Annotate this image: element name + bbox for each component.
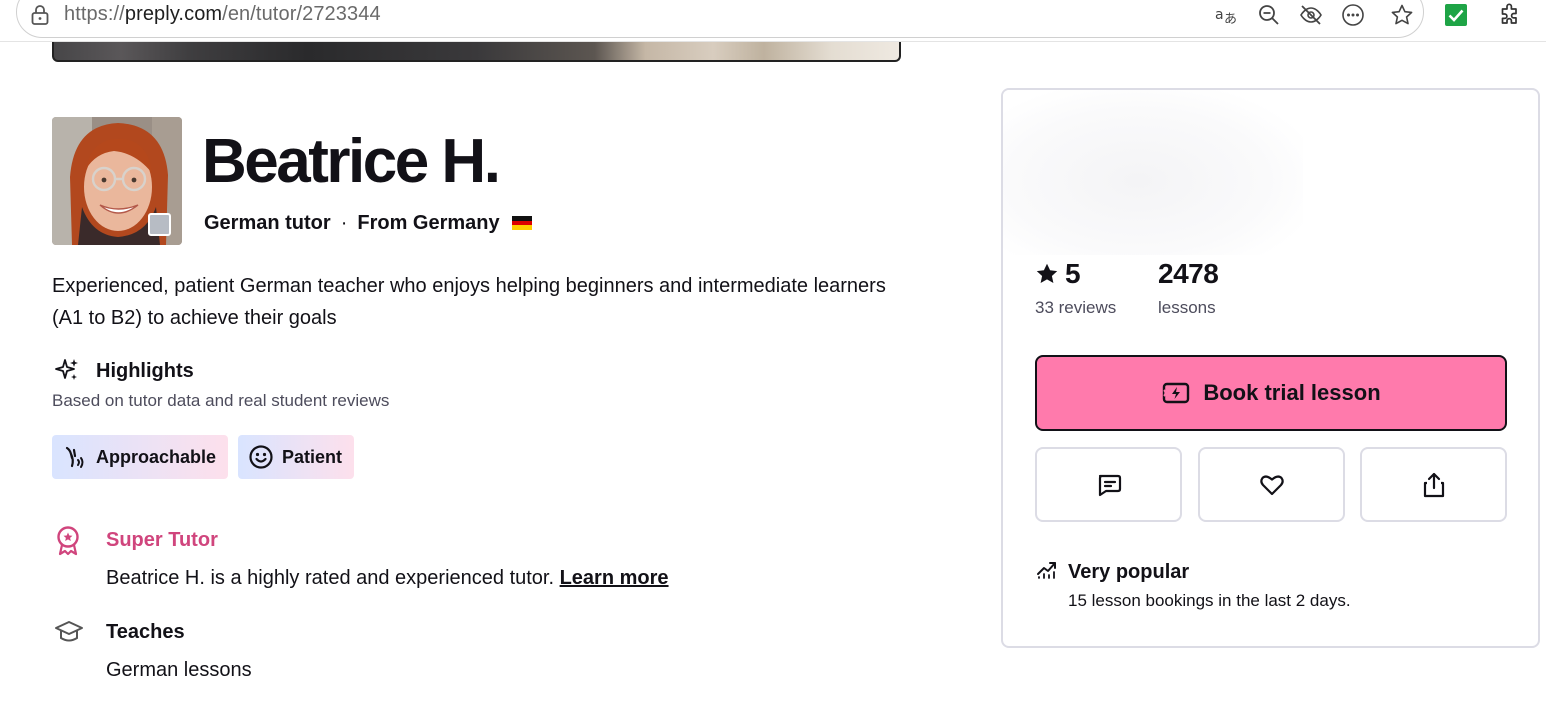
tutor-headline: Experienced, patient German teacher who … (52, 275, 886, 329)
lessons-label: lessons (1158, 298, 1216, 317)
teaches-subject: German lessons (106, 659, 252, 681)
lock-icon[interactable] (30, 4, 50, 26)
highlight-chip-patient[interactable]: Patient (238, 435, 354, 479)
message-icon (1098, 474, 1121, 496)
super-tutor-title: Super Tutor (106, 529, 218, 551)
online-status-indicator (148, 213, 171, 236)
smiley-icon (249, 445, 273, 469)
separator-dot: · (340, 212, 348, 234)
graduation-cap-icon (55, 621, 83, 642)
reviews-count: 33 reviews (1035, 298, 1117, 317)
extension-checkmark-icon[interactable] (1443, 2, 1469, 28)
tutor-name: Beatrice H. (202, 127, 501, 196)
wave-hand-icon (65, 446, 84, 468)
lessons-stat: 2478 lessons (1158, 257, 1219, 319)
share-button[interactable] (1360, 447, 1507, 522)
highlight-chip-approachable[interactable]: Approachable (52, 435, 228, 479)
germany-flag-icon (511, 216, 532, 230)
popularity-title: Very popular (1068, 561, 1190, 583)
browser-toolbar: https://preply.com/en/tutor/2723344 aあ (0, 0, 1546, 42)
translate-icon[interactable]: aあ (1213, 2, 1239, 28)
chip-label: Approachable (96, 446, 217, 467)
teaches-title: Teaches (106, 621, 185, 643)
url-text[interactable]: https://preply.com/en/tutor/2723344 (64, 3, 381, 26)
heart-icon (1259, 474, 1284, 495)
trending-up-icon (1037, 562, 1056, 579)
video-preview-placeholder[interactable] (1003, 90, 1303, 255)
tracking-prevention-icon[interactable] (1298, 2, 1324, 28)
sparkles-icon (55, 359, 78, 380)
share-icon (1423, 472, 1444, 497)
url-scheme: https:// (64, 3, 125, 25)
popularity-text: 15 lesson bookings in the last 2 days. (1068, 591, 1351, 610)
url-path: /en/tutor/2723344 (222, 3, 381, 25)
lightning-ticket-icon (1163, 382, 1190, 404)
extensions-puzzle-icon[interactable] (1497, 2, 1523, 28)
tutor-origin: From Germany (357, 212, 500, 234)
zoom-out-icon[interactable] (1256, 2, 1282, 28)
message-button[interactable] (1035, 447, 1182, 522)
url-host: preply.com (124, 3, 223, 25)
tutor-role: German tutor (204, 212, 331, 234)
tutor-subline: German tutor · From Germany (204, 210, 532, 236)
book-button-label: Book trial lesson (1203, 380, 1381, 405)
svg-text:a: a (1215, 7, 1224, 23)
lessons-value: 2478 (1158, 258, 1219, 289)
rating-value: 5 (1065, 258, 1081, 289)
book-trial-lesson-button[interactable]: Book trial lesson (1035, 355, 1507, 431)
chip-label: Patient (282, 446, 343, 467)
learn-more-link[interactable]: Learn more (560, 567, 669, 589)
save-favorite-button[interactable] (1198, 447, 1345, 522)
svg-text:あ: あ (1224, 12, 1237, 27)
highlights-subtitle: Based on tutor data and real student rev… (52, 391, 390, 410)
more-options-icon[interactable] (1340, 2, 1366, 28)
super-tutor-text: Beatrice H. is a highly rated and experi… (106, 565, 669, 591)
star-icon (1036, 263, 1058, 283)
favorite-star-icon[interactable] (1389, 2, 1415, 28)
highlights-title: Highlights (96, 360, 194, 382)
rating-stat[interactable]: 5 33 reviews (1035, 257, 1116, 319)
super-tutor-badge-icon (57, 526, 79, 556)
super-tutor-description: Beatrice H. is a highly rated and experi… (106, 567, 560, 589)
intro-video-thumbnail[interactable] (52, 42, 901, 62)
